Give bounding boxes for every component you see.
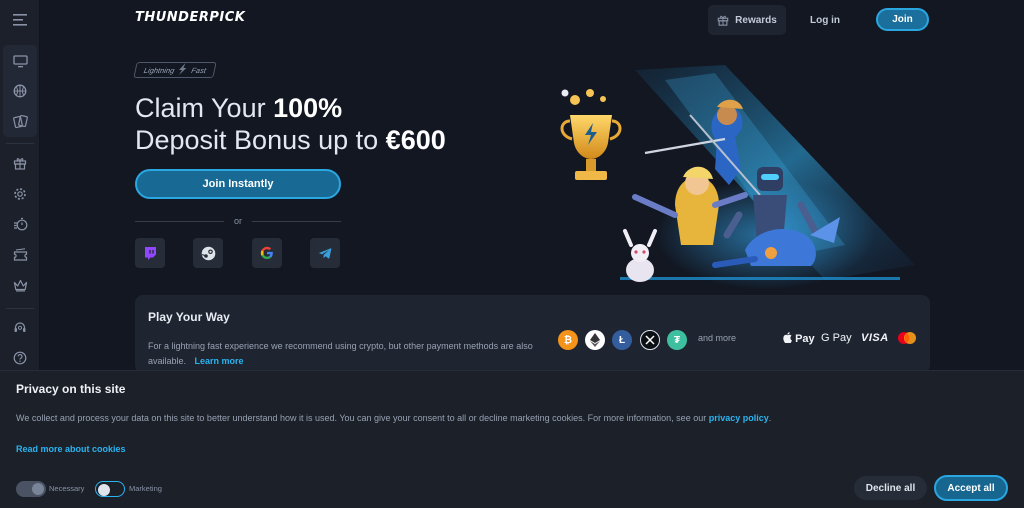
payment-card-title: Play Your Way bbox=[148, 310, 230, 324]
toggle-knob bbox=[32, 483, 44, 495]
twitch-icon bbox=[145, 246, 156, 260]
toggle-knob bbox=[98, 483, 110, 496]
badge-text-left: Lightning bbox=[143, 65, 176, 75]
menu-button[interactable] bbox=[5, 5, 35, 35]
divider-line bbox=[252, 220, 342, 222]
cookie-text: We collect and process your data on this… bbox=[16, 413, 709, 423]
learn-more-link[interactable]: Learn more bbox=[195, 356, 244, 366]
cookie-consent-banner: Privacy on this site We collect and proc… bbox=[0, 370, 1024, 508]
headline-text: Claim Your bbox=[135, 93, 274, 123]
rewards-button[interactable]: Rewards bbox=[708, 5, 786, 35]
telegram-icon bbox=[318, 247, 332, 259]
visa-logo: VISA bbox=[861, 332, 889, 344]
gift-icon bbox=[13, 158, 27, 170]
logo-text: THUNDERPICK bbox=[135, 10, 246, 25]
headline-line-2: Deposit Bonus up to €600 bbox=[135, 124, 446, 156]
apple-pay-logo: Pay bbox=[783, 332, 815, 345]
sidebar-item-promotions[interactable] bbox=[5, 148, 35, 178]
bitcoin-icon: ₿ bbox=[558, 330, 578, 350]
decline-all-button[interactable]: Decline all bbox=[854, 476, 927, 500]
site-logo[interactable]: THUNDERPICK bbox=[135, 10, 245, 25]
sidebar-item-help[interactable] bbox=[5, 343, 35, 373]
cards-icon bbox=[12, 114, 28, 128]
ethereum-icon bbox=[585, 330, 605, 350]
google-icon bbox=[260, 246, 273, 260]
sidebar-item-casino[interactable] bbox=[5, 106, 35, 136]
support-icon bbox=[14, 322, 26, 332]
divider-line bbox=[135, 220, 224, 222]
headline-text: Deposit Bonus up to bbox=[135, 125, 386, 155]
mascot-character bbox=[623, 229, 657, 282]
apple-icon bbox=[783, 332, 792, 344]
top-header: THUNDERPICK Rewards Log in Join bbox=[40, 0, 1024, 40]
headline-line-1: Claim Your 100% bbox=[135, 92, 446, 124]
trophy-icon bbox=[560, 89, 622, 180]
sidebar-item-support[interactable] bbox=[5, 313, 35, 343]
bolt-icon bbox=[177, 63, 189, 77]
payment-card-description: For a lightning fast experience we recom… bbox=[148, 339, 538, 369]
gear-icon bbox=[14, 188, 26, 200]
headline-highlight: €600 bbox=[385, 125, 446, 155]
sidebar-item-settings[interactable] bbox=[5, 179, 35, 209]
or-label: or bbox=[234, 216, 243, 226]
read-more-cookies-link[interactable]: Read more about cookies bbox=[16, 444, 126, 454]
menu-icon bbox=[13, 14, 27, 26]
or-divider: or bbox=[135, 215, 342, 227]
twitch-login-button[interactable] bbox=[135, 238, 165, 268]
privacy-policy-link[interactable]: privacy policy bbox=[709, 413, 769, 423]
sidebar-item-live[interactable] bbox=[5, 209, 35, 239]
necessary-toggle[interactable] bbox=[16, 481, 46, 497]
and-more-label: and more bbox=[698, 333, 737, 343]
join-button[interactable]: Join bbox=[876, 8, 929, 31]
headline-highlight: 100% bbox=[273, 93, 343, 123]
tether-icon: ₮ bbox=[667, 330, 687, 350]
steam-icon bbox=[201, 246, 215, 260]
sidebar-divider bbox=[6, 308, 34, 309]
gift-icon bbox=[717, 15, 729, 26]
google-pay-logo: G Pay bbox=[821, 332, 852, 344]
cookie-description: We collect and process your data on this… bbox=[16, 413, 771, 423]
stopwatch-icon bbox=[13, 217, 27, 231]
marketing-label: Marketing bbox=[129, 484, 162, 493]
mastercard-icon bbox=[897, 331, 917, 348]
telegram-login-button[interactable] bbox=[310, 238, 340, 268]
ticket-icon bbox=[13, 248, 27, 261]
lightning-fast-badge: Lightning Fast bbox=[133, 62, 217, 78]
sidebar-item-sports[interactable] bbox=[5, 76, 35, 106]
payment-methods-card: Play Your Way For a lightning fast exper… bbox=[135, 295, 930, 373]
sidebar-item-vip[interactable] bbox=[5, 270, 35, 300]
help-icon bbox=[13, 351, 27, 365]
monitor-icon bbox=[12, 54, 28, 67]
sidebar-divider bbox=[6, 143, 34, 144]
accept-all-button[interactable]: Accept all bbox=[934, 475, 1008, 501]
hero-headline: Claim Your 100% Deposit Bonus up to €600 bbox=[135, 92, 446, 156]
marketing-toggle[interactable] bbox=[95, 481, 125, 497]
join-instantly-button[interactable]: Join Instantly bbox=[135, 169, 341, 199]
sidebar-item-bets[interactable] bbox=[5, 240, 35, 270]
sidebar-item-esports[interactable] bbox=[5, 46, 35, 76]
litecoin-icon: Ł bbox=[612, 330, 632, 350]
cookie-title: Privacy on this site bbox=[16, 382, 126, 396]
rewards-label: Rewards bbox=[735, 14, 777, 26]
steam-login-button[interactable] bbox=[193, 238, 223, 268]
basketball-icon bbox=[13, 84, 27, 98]
hero-illustration bbox=[560, 65, 915, 290]
apple-pay-text: Pay bbox=[795, 333, 815, 345]
crown-icon bbox=[13, 279, 27, 291]
necessary-label: Necessary bbox=[49, 484, 85, 493]
badge-text-right: Fast bbox=[190, 65, 208, 75]
login-button[interactable]: Log in bbox=[796, 5, 854, 35]
hero-section: Lightning Fast Claim Your 100% Deposit B… bbox=[40, 40, 1024, 295]
cookie-text-end: . bbox=[768, 413, 772, 423]
xrp-icon bbox=[640, 330, 660, 350]
google-login-button[interactable] bbox=[252, 238, 282, 268]
